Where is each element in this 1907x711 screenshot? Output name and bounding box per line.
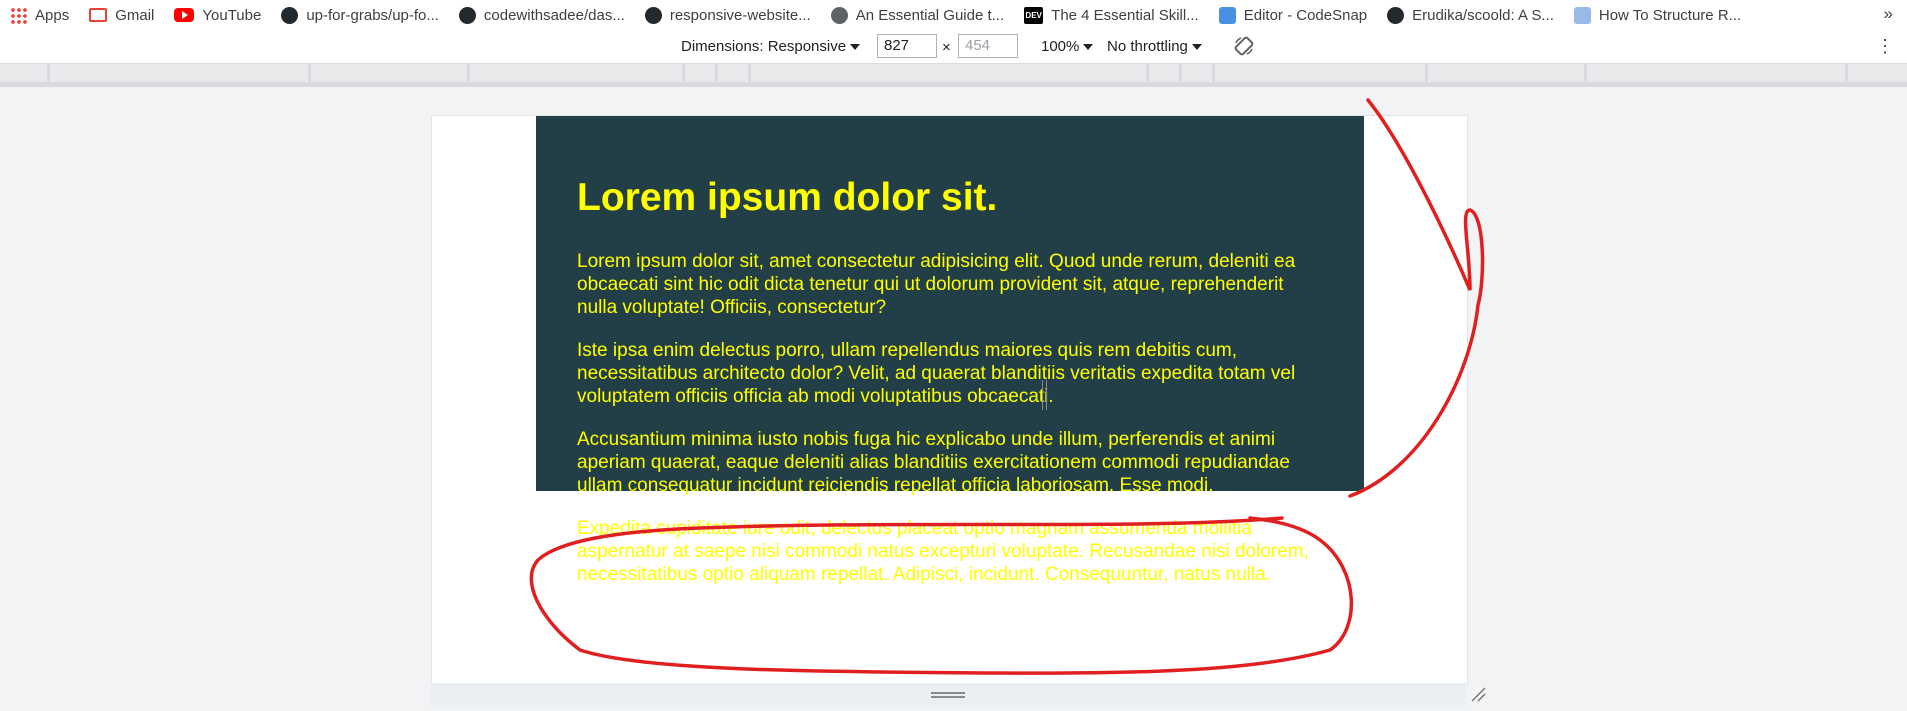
height-input[interactable]: 454 (958, 34, 1018, 58)
bookmark-label: Apps (35, 6, 70, 24)
paragraph-1: Lorem ipsum dolor sit, amet consectetur … (577, 251, 1296, 318)
github-icon (1387, 6, 1405, 24)
bookmark-scoold[interactable]: Erudika/scoold: A S... (1377, 0, 1564, 30)
bookmark-label: Editor - CodeSnap (1243, 6, 1368, 24)
zoom-label: 100% (1041, 38, 1080, 55)
media-query-ruler[interactable] (0, 64, 1907, 87)
more-options-icon[interactable]: ⋮ (1876, 36, 1894, 57)
github-icon (644, 6, 662, 24)
caret-down-icon (1083, 44, 1094, 51)
bookmark-label: codewithsadee/das... (483, 6, 625, 24)
dimensions-label: Dimensions: Responsive (681, 38, 847, 55)
bookmark-codesnap[interactable]: Editor - CodeSnap (1209, 0, 1377, 30)
page-heading: Lorem ipsum dolor sit. (577, 176, 998, 219)
paragraph-2: Iste ipsa enim delectus porro, ullam rep… (577, 340, 1296, 407)
bookmarks-bar: Apps Gmail YouTube up-for-grabs/up-fo...… (0, 0, 1907, 30)
bookmark-essential-guide[interactable]: An Essential Guide t... (821, 0, 1014, 30)
dev-icon: DEV (1024, 6, 1044, 24)
corner-resize-icon[interactable] (1470, 686, 1486, 702)
bookmark-how-to-structure[interactable]: How To Structure R... (1564, 0, 1751, 30)
bookmark-label: Gmail (115, 6, 155, 24)
bookmark-codewithsadee[interactable]: codewithsadee/das... (449, 0, 635, 30)
github-icon (458, 6, 476, 24)
github-icon (281, 6, 299, 24)
globe-icon (830, 6, 848, 24)
site-icon (1573, 6, 1591, 24)
bookmark-gmail[interactable]: Gmail (79, 0, 164, 30)
viewport-width-resize-handle[interactable] (1042, 380, 1047, 410)
gmail-icon (89, 8, 108, 22)
rotate-icon[interactable] (1233, 35, 1255, 57)
bookmark-up-for-grabs[interactable]: up-for-grabs/up-fo... (271, 0, 449, 30)
resize-grip-icon[interactable] (931, 692, 965, 698)
throttling-label: No throttling (1107, 38, 1188, 55)
dimensions-dropdown[interactable]: Dimensions: Responsive (681, 38, 861, 55)
paragraph-4: Expedita cupiditate iure odit, delectus … (577, 518, 1309, 585)
device-toolbar: Dimensions: Responsive 827 × 454 100% No… (0, 30, 1907, 64)
youtube-icon (174, 8, 195, 22)
device-viewport: Lorem ipsum dolor sit. Lorem ipsum dolor… (431, 115, 1468, 685)
bookmark-label: The 4 Essential Skill... (1051, 6, 1199, 24)
caret-down-icon (850, 44, 861, 51)
bookmark-responsive-website[interactable]: responsive-website... (635, 0, 821, 30)
bookmark-apps[interactable]: Apps (0, 0, 79, 30)
throttling-dropdown[interactable]: No throttling (1107, 38, 1202, 55)
more-bookmarks-icon[interactable]: » (1884, 4, 1893, 24)
bookmark-label: How To Structure R... (1598, 6, 1742, 24)
codesnap-icon (1218, 6, 1236, 24)
bookmark-essential-skills[interactable]: DEV The 4 Essential Skill... (1014, 0, 1209, 30)
bookmark-label: YouTube (202, 6, 262, 24)
bookmark-label: up-for-grabs/up-fo... (306, 6, 439, 24)
times-sign: × (942, 39, 951, 56)
apps-grid-icon (10, 6, 27, 24)
bookmark-label: responsive-website... (669, 6, 811, 24)
zoom-dropdown[interactable]: 100% (1041, 38, 1094, 55)
bookmark-label: Erudika/scoold: A S... (1412, 6, 1554, 24)
paragraph-3: Accusantium minima iusto nobis fuga hic … (577, 429, 1290, 496)
caret-down-icon (1191, 44, 1202, 51)
viewport-bottom-resize-bar[interactable] (431, 683, 1466, 707)
width-input[interactable]: 827 (877, 34, 937, 58)
bookmark-label: An Essential Guide t... (855, 6, 1005, 24)
bookmark-youtube[interactable]: YouTube (164, 0, 271, 30)
page-content: Lorem ipsum dolor sit. Lorem ipsum dolor… (577, 176, 1309, 606)
